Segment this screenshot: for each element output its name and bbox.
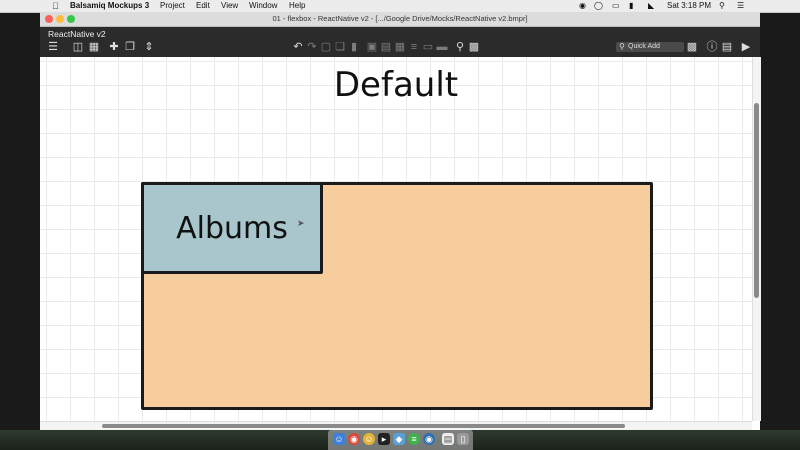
paste-icon[interactable]: ▮ [348, 41, 360, 53]
mockup-canvas[interactable]: Default Albums ➤ [40, 57, 752, 421]
group-icon[interactable]: ▣ [366, 41, 378, 53]
face-icon[interactable]: ☺ [363, 433, 375, 445]
terminal-icon[interactable]: ▸ [378, 433, 390, 445]
battery-icon[interactable]: ▮ [629, 1, 633, 11]
record-icon[interactable]: ◉ [579, 1, 586, 11]
menu-window[interactable]: Window [249, 1, 277, 11]
info-icon[interactable]: ⓘ [706, 41, 718, 53]
vertical-scrollbar[interactable] [752, 57, 761, 421]
menu-icon[interactable]: ☰ [46, 41, 60, 53]
cut-icon[interactable]: ▢ [320, 41, 332, 53]
menu-edit[interactable]: Edit [196, 1, 210, 11]
menu-view[interactable]: View [221, 1, 238, 11]
albums-label: Albums [176, 210, 288, 246]
chrome-icon[interactable]: ◉ [348, 433, 360, 445]
mockup-heading[interactable]: Default [40, 65, 752, 105]
zoom-icon[interactable]: ⚲ [454, 41, 466, 53]
grid-icon[interactable]: ▦ [88, 41, 100, 53]
copy-icon[interactable]: ❏ [334, 41, 346, 53]
window-title: 01 - flexbox - ReactNative v2 - [.../Goo… [272, 14, 528, 23]
glasses-icon[interactable]: ◯ [594, 1, 603, 11]
align-icon[interactable]: ≡ [408, 41, 420, 53]
delete-icon[interactable]: ▬ [436, 41, 448, 53]
search-icon[interactable]: ⚲ [719, 1, 725, 11]
vertical-scroll-thumb[interactable] [754, 103, 759, 298]
document-icon[interactable]: ▤ [442, 433, 454, 445]
list-icon[interactable]: ☰ [737, 1, 744, 11]
wifi-icon[interactable]: ◣ [648, 1, 654, 11]
bring-front-icon[interactable]: ▦ [394, 41, 406, 53]
sort-icon[interactable]: ⇕ [143, 41, 155, 53]
redo-icon[interactable]: ↷ [306, 41, 318, 53]
lock-icon[interactable]: ▭ [422, 41, 434, 53]
duplicate-icon[interactable]: ❐ [124, 41, 136, 53]
horizontal-scroll-thumb[interactable] [102, 424, 625, 428]
quick-add-placeholder: Quick Add [628, 43, 660, 50]
app-toolbar: ReactNative v2 ☰ ◫ ▦ ✚ ❐ ⇕ ↶ ↷ ▢ ❏ ▮ ▣ ▤… [40, 27, 760, 57]
project-name: ReactNative v2 [48, 29, 106, 39]
notes-icon[interactable]: ▤ [721, 41, 733, 53]
menu-help[interactable]: Help [289, 1, 305, 11]
undo-icon[interactable]: ↶ [292, 41, 304, 53]
finder-icon[interactable]: ☺ [333, 433, 345, 445]
fullscreen-icon[interactable]: ▩ [468, 41, 480, 53]
ungroup-icon[interactable]: ▤ [380, 41, 392, 53]
airplay-icon[interactable]: ▭ [612, 1, 620, 11]
apple-icon[interactable]:  [52, 1, 59, 11]
search-icon: ⚲ [619, 42, 625, 51]
albums-rectangle[interactable]: Albums [141, 182, 323, 274]
window-titlebar: 01 - flexbox - ReactNative v2 - [.../Goo… [40, 12, 760, 27]
menu-project[interactable]: Project [160, 1, 185, 11]
quick-add-input[interactable]: ⚲ Quick Add [616, 42, 684, 52]
chrome-canary-icon[interactable]: ◉ [423, 433, 435, 445]
mouse-cursor-icon: ➤ [297, 218, 305, 228]
clock[interactable]: Sat 3:18 PM [667, 1, 711, 11]
app-icon[interactable]: ◆ [393, 433, 405, 445]
panel-icon[interactable]: ◫ [72, 41, 84, 53]
dock: ☺ ◉ ☺ ▸ ◆ ≡ ◉ ▤ ▯ [328, 430, 473, 450]
trash-icon[interactable]: ▯ [457, 433, 469, 445]
add-icon[interactable]: ✚ [108, 41, 120, 53]
ui-library-icon[interactable]: ▩ [686, 41, 698, 53]
presentation-icon[interactable]: ▶ [740, 41, 752, 53]
spotify-icon[interactable]: ≡ [408, 433, 420, 445]
menu-app-name[interactable]: Balsamiq Mockups 3 [70, 1, 149, 11]
